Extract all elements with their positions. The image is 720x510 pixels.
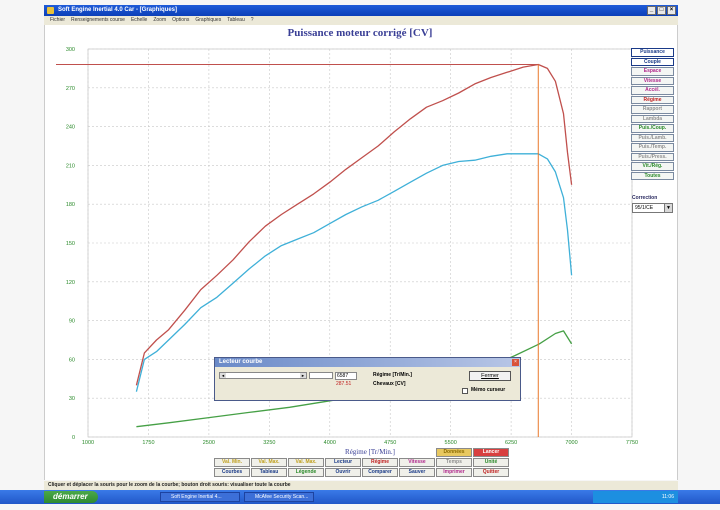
close-button[interactable]: × [667,6,676,15]
side-button-9[interactable]: Puis./Lamb. [631,133,674,142]
grid-button-row2-4[interactable]: Régime [362,458,398,467]
chevron-down-icon[interactable]: ▼ [664,204,672,212]
grid-button-row2-5[interactable]: Vitesse [399,458,435,467]
menu-help[interactable]: ? [251,16,254,25]
grid-button-row3-1[interactable]: Tableau [251,468,287,477]
arrow-left-icon[interactable]: ◄ [220,373,226,378]
cv-label: Chevaux [CV] [373,381,406,387]
side-button-10[interactable]: Puis./Temp. [631,143,674,152]
correction-select[interactable]: 95/1/CE ▼ [632,203,673,213]
task-soft-engine[interactable]: Soft Engine Inertial 4... [160,492,240,502]
task-mcafee[interactable]: McAfee Security Scan... [244,492,314,502]
menu-options[interactable]: Options [172,16,189,25]
taskbar: démarrer Soft Engine Inertial 4... McAfe… [0,490,720,504]
side-button-4[interactable]: Accél. [631,86,674,95]
correction-label: Correction [632,195,658,201]
side-button-6[interactable]: Rapport [631,105,674,114]
memo-curseur-checkbox[interactable] [462,388,468,394]
side-button-12[interactable]: Vit./Rég. [631,162,674,171]
window-controls: _ □ × [647,6,676,15]
grid-button-row3-5[interactable]: Sauver [399,468,435,477]
grid-button-row1-4 [362,448,398,457]
curve-reader-dialog: Lecteur courbe × ◄ ► 6587 287.51 Régime … [214,357,521,401]
grid-button-row2-7[interactable]: Unité [473,458,509,467]
fermer-button[interactable]: Fermer [469,371,511,381]
side-button-0[interactable]: Puissance [631,48,674,57]
grid-button-row2-6[interactable]: Temps [436,458,472,467]
cv-value: 287.51 [336,381,352,387]
regime-value-field[interactable]: 6587 [335,372,357,380]
grid-spacer [399,448,435,457]
arrow-right-icon[interactable]: ► [300,373,306,378]
grid-button-row1-1 [251,448,287,457]
menu-graphiques[interactable]: Graphiques [195,16,221,25]
side-button-3[interactable]: Vitesse [631,76,674,85]
side-button-8[interactable]: Puis./Coup. [631,124,674,133]
grid-button-row1-5[interactable]: Données [436,448,472,457]
minimize-button[interactable]: _ [647,6,656,15]
button-grid: Données Lancer Val. Min. Val. Max. Val. Max.… [214,448,509,477]
grid-button-row3-2[interactable]: Légende [288,468,324,477]
title-bar: Soft Engine Inertial 4.0 Car - [Graphiqu… [44,5,678,16]
side-button-7[interactable]: Lambda [631,114,674,123]
start-button[interactable]: démarrer [44,491,98,503]
grid-button-row1-6[interactable]: Lancer [473,448,509,457]
system-tray: 11:06 [593,491,678,503]
side-button-11[interactable]: Puis./Press. [631,152,674,161]
chart-title: Puissance moteur corrigé [CV] [287,27,433,39]
grid-button-row3-0[interactable]: Courbes [214,468,250,477]
status-line: Cliquer et déplacer la souris pour le zo… [44,481,678,490]
client-area [44,25,678,480]
grid-button-row1-3 [325,448,361,457]
menu-tableau[interactable]: Tableau [227,16,245,25]
grid-button-row3-7[interactable]: Quitter [473,468,509,477]
grid-button-row2-1[interactable]: Val. Max. [251,458,287,467]
dialog-close-button[interactable]: × [512,359,519,366]
cursor-slider[interactable]: ◄ ► [219,372,307,379]
side-button-1[interactable]: Couple [631,57,674,66]
fine-slider[interactable] [309,372,333,379]
grid-button-row2-0[interactable]: Val. Min. [214,458,250,467]
grid-button-row3-6[interactable]: Imprimer [436,468,472,477]
regime-label: Régime [Tr/Min.] [373,372,412,378]
side-button-2[interactable]: Espace [631,67,674,76]
memo-curseur-label: Mémo curseur [471,387,506,393]
app-window: Soft Engine Inertial 4.0 Car - [Graphiqu… [0,0,720,510]
menu-renseignements[interactable]: Renseignements course [71,16,125,25]
menu-echelle[interactable]: Echelle [131,16,147,25]
menu-fichier[interactable]: Fichier [50,16,65,25]
window-title: Soft Engine Inertial 4.0 Car - [Graphiqu… [58,7,178,13]
side-button-panel: Puissance Couple Espace Vitesse Accél. Régime… [631,48,674,180]
side-button-5[interactable]: Régime [631,95,674,104]
grid-button-row3-4[interactable]: Comparer [362,468,398,477]
clock: 11:06 [661,494,674,500]
menu-zoom[interactable]: Zoom [153,16,166,25]
app-icon [47,7,54,14]
grid-button-row3-3[interactable]: Ouvrir [325,468,361,477]
grid-button-row1-2 [288,448,324,457]
menu-bar: Fichier Renseignements course Echelle Zo… [44,16,678,25]
maximize-button[interactable]: □ [657,6,666,15]
grid-button-row2-3[interactable]: Lecteur [325,458,361,467]
grid-button-row2-2[interactable]: Val. Max. [288,458,324,467]
side-button-13[interactable]: Toutes [631,171,674,180]
correction-value: 95/1/CE [635,205,654,211]
dialog-title: Lecteur courbe [215,358,520,367]
grid-button-row1-0 [214,448,250,457]
